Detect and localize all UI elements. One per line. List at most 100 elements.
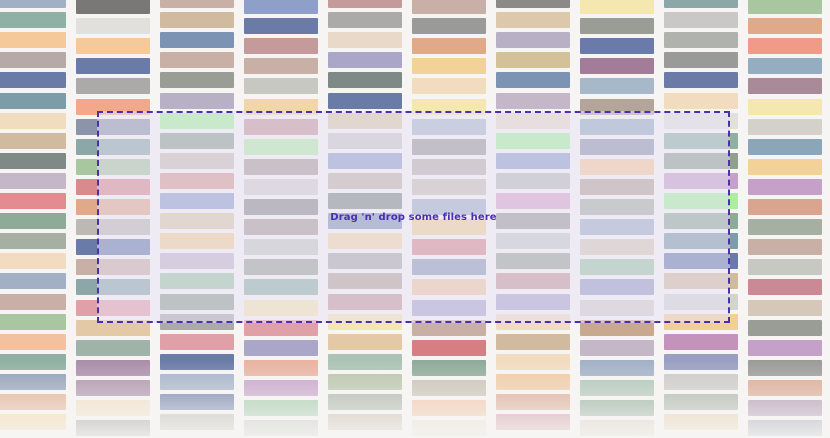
color-swatch [580,18,654,35]
color-swatch [76,78,150,95]
color-swatch [244,78,318,95]
color-swatch [748,0,822,14]
color-swatch [496,72,570,89]
color-swatch [748,279,822,296]
color-swatch [748,158,822,175]
color-swatch [412,38,486,55]
color-swatch [496,0,570,8]
color-swatch [0,172,66,189]
dropzone-label: Drag 'n' drop some files here [330,211,497,223]
color-swatch [0,52,66,69]
color-swatch [160,92,234,109]
color-swatch [496,373,570,390]
color-swatch [0,233,66,250]
color-swatch [496,414,570,431]
color-swatch [748,259,822,276]
color-swatch [748,319,822,336]
color-swatch [748,18,822,35]
color-swatch [160,414,234,431]
color-swatch [0,0,66,8]
color-swatch [664,52,738,69]
color-swatch [748,98,822,115]
color-swatch [748,299,822,316]
color-swatch [496,52,570,69]
color-swatch [412,0,486,14]
color-swatch [328,333,402,350]
color-swatch [160,394,234,410]
color-swatch [664,0,738,8]
color-swatch [0,353,66,370]
color-swatch [76,339,150,356]
color-swatch [580,379,654,396]
color-swatch [664,92,738,109]
color-swatch [748,239,822,256]
color-swatch [0,293,66,310]
color-swatch [664,12,738,29]
color-swatch [412,379,486,396]
color-swatch [328,394,402,410]
color-swatch [0,92,66,109]
color-swatch [328,92,402,109]
color-swatch [748,379,822,396]
color-swatch [748,339,822,356]
color-swatch [0,394,66,410]
color-swatch [748,118,822,135]
color-swatch [0,414,66,431]
color-swatch [76,58,150,75]
file-dropzone[interactable]: Drag 'n' drop some files here [97,111,730,323]
color-swatch [244,400,318,416]
color-swatch [580,58,654,75]
color-swatch [0,213,66,230]
color-swatch [580,78,654,95]
color-swatch [76,18,150,35]
color-swatch [496,92,570,109]
color-swatch [664,414,738,431]
color-swatch [748,178,822,195]
color-swatch [748,420,822,437]
color-swatch [664,373,738,390]
color-swatch [580,0,654,14]
color-swatch [496,12,570,29]
color-swatch [160,12,234,29]
color-swatch [580,38,654,55]
color-swatch [76,38,150,55]
color-swatch [76,400,150,416]
color-swatch [244,58,318,75]
color-swatch [496,333,570,350]
color-swatch [76,359,150,376]
color-swatch [580,359,654,376]
color-swatch [748,199,822,215]
color-swatch [160,0,234,8]
color-swatch [328,12,402,29]
color-swatch [328,414,402,431]
color-swatch [496,353,570,370]
color-swatch [0,112,66,129]
color-swatch [76,0,150,14]
color-swatch [664,394,738,410]
color-swatch [76,379,150,396]
color-swatch [412,58,486,75]
color-swatch [748,58,822,75]
color-swatch [412,18,486,35]
color-swatch [412,420,486,437]
color-swatch [748,359,822,376]
color-swatch [580,400,654,416]
color-swatch [328,353,402,370]
color-swatch [160,373,234,390]
color-swatch [328,32,402,49]
color-swatch [580,420,654,437]
color-swatch [496,32,570,49]
color-swatch [748,400,822,416]
color-swatch [244,379,318,396]
color-swatch [160,353,234,370]
color-swatch [664,32,738,49]
color-swatch [328,0,402,8]
color-swatch [244,359,318,376]
color-swatch [0,12,66,29]
color-swatch [0,32,66,49]
color-swatch [0,333,66,350]
color-swatch [160,52,234,69]
color-swatch [664,333,738,350]
color-swatch [412,359,486,376]
color-swatch [328,72,402,89]
